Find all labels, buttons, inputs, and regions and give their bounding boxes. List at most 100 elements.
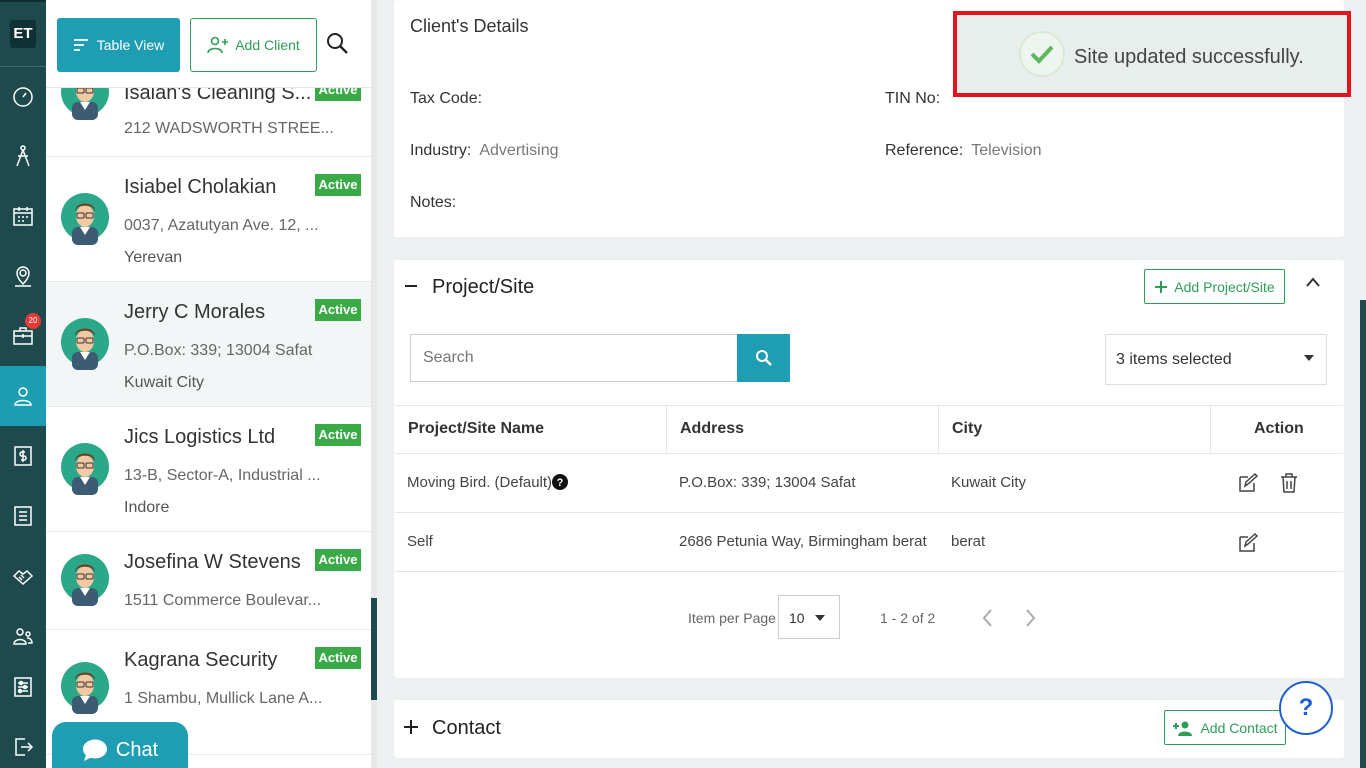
reference-field: Reference: Television (885, 142, 1042, 160)
map-pin-icon[interactable] (7, 260, 39, 292)
svg-text:?: ? (557, 477, 564, 489)
client-item[interactable]: Josefina W Stevens 1511 Commerce Bouleva… (46, 532, 371, 630)
status-badge: Active (315, 174, 361, 196)
client-address: 1 Shambu, Mullick Lane A... (124, 690, 323, 707)
help-button[interactable]: ? (1279, 681, 1333, 747)
industry-value: Advertising (479, 142, 559, 159)
compass-icon[interactable] (7, 140, 39, 172)
search-icon[interactable] (324, 30, 352, 58)
chat-bubble-icon (82, 739, 107, 761)
chevron-left-icon[interactable] (980, 607, 994, 629)
project-site-card (394, 260, 1344, 678)
industry-label: Industry: (410, 142, 472, 159)
client-city: Kuwait City (124, 374, 205, 391)
panel-resize-handle[interactable] (371, 598, 377, 700)
plus-icon (1155, 280, 1168, 293)
client-address: 13-B, Sector-A, Industrial ... (124, 467, 321, 484)
col-header-address[interactable]: Address (680, 420, 744, 438)
app-logo: ET (10, 20, 36, 48)
avatar (61, 554, 109, 606)
client-name: Josefina W Stevens (124, 551, 301, 573)
client-item[interactable]: Isiabel Cholakian 0037, Azatutyan Ave. 1… (46, 157, 371, 282)
client-user-icon[interactable] (7, 380, 39, 412)
tin-label: TIN No: (885, 90, 941, 107)
col-header-name[interactable]: Project/Site Name (408, 420, 544, 438)
logout-icon[interactable] (7, 731, 39, 763)
client-address: 212 WADSWORTH STREE... (124, 120, 334, 137)
edit-icon[interactable] (1237, 532, 1259, 554)
client-name: Jerry C Morales (124, 301, 266, 323)
add-project-site-button[interactable]: Add Project/Site (1144, 269, 1285, 304)
details-title: Client's Details (410, 16, 529, 36)
table-view-label: Table View (96, 37, 165, 53)
contact-title: Contact (432, 717, 501, 739)
table-divider (395, 453, 1343, 454)
calendar-icon[interactable] (7, 200, 39, 232)
client-name: Kagrana Security (124, 649, 278, 671)
expand-plus-icon[interactable] (403, 719, 419, 735)
table-view-button[interactable]: Table View (57, 18, 180, 72)
invoice-dollar-icon[interactable] (7, 440, 39, 472)
list-icon[interactable] (7, 500, 39, 532)
column-divider (938, 405, 939, 453)
client-item[interactable]: Jics Logistics Ltd 13-B, Sector-A, Indus… (46, 407, 371, 532)
chevron-right-icon[interactable] (1024, 607, 1038, 629)
nav-rail: ET 20 (0, 0, 46, 768)
page-scrollbar[interactable] (1360, 300, 1366, 768)
collapse-minus-icon[interactable] (404, 278, 418, 294)
project-site-title: Project/Site (432, 276, 535, 298)
chevron-up-icon[interactable] (1305, 276, 1321, 288)
industry-field: Industry: Advertising (410, 142, 559, 160)
avatar (61, 443, 109, 495)
team-icon[interactable] (7, 620, 39, 652)
add-client-button[interactable]: Add Client (190, 18, 317, 72)
settings-sliders-icon[interactable] (7, 671, 39, 703)
client-address: P.O.Box: 339; 13004 Safat (124, 342, 313, 359)
tax-code-label: Tax Code: (410, 90, 483, 107)
add-user-icon (207, 36, 229, 54)
sort-lines-icon (73, 39, 88, 51)
help-label: ? (1279, 681, 1333, 735)
items-per-page-select[interactable]: 10 (778, 595, 840, 639)
client-name: Isiabel Cholakian (124, 176, 277, 198)
chevron-down-icon (815, 615, 825, 621)
table-divider (395, 405, 1343, 406)
client-item-selected[interactable]: Jerry C Morales P.O.Box: 339; 13004 Safa… (46, 282, 371, 407)
add-contact-label: Add Contact (1200, 719, 1278, 736)
columns-select[interactable]: 3 items selected (1105, 334, 1327, 385)
success-toast: Site updated successfully. (953, 11, 1351, 97)
chat-label: Chat (115, 738, 159, 761)
table-divider (395, 512, 1343, 513)
chat-button[interactable]: Chat (52, 722, 188, 768)
add-user-icon (1173, 721, 1193, 736)
site-address: P.O.Box: 339; 13004 Safat (679, 474, 856, 491)
notification-badge: 20 (25, 313, 41, 329)
help-question-icon[interactable]: ? (552, 474, 568, 490)
project-search-button[interactable] (737, 334, 790, 382)
items-per-page-label: Item per Page (688, 610, 776, 626)
client-list-panel: Isaiah's Cleaning S... 212 WADSWORTH STR… (46, 0, 371, 768)
column-divider (1210, 405, 1211, 453)
add-project-site-label: Add Project/Site (1174, 278, 1275, 295)
trash-icon[interactable] (1279, 472, 1299, 494)
project-search-input[interactable] (410, 334, 738, 382)
site-name: Self (407, 533, 433, 550)
col-header-city[interactable]: City (952, 420, 982, 438)
add-client-label: Add Client (235, 37, 300, 53)
pagination-range: 1 - 2 of 2 (880, 610, 936, 626)
avatar (61, 662, 109, 714)
search-icon (755, 350, 772, 366)
avatar (61, 318, 109, 370)
add-contact-button[interactable]: Add Contact (1164, 710, 1286, 745)
site-name: Moving Bird. (Default) (407, 474, 553, 491)
status-badge: Active (315, 549, 361, 571)
check-circle-icon (1019, 31, 1065, 77)
column-divider (666, 405, 667, 453)
table-divider (395, 571, 1343, 572)
rail-divider (0, 66, 46, 67)
edit-icon[interactable] (1237, 472, 1259, 494)
reference-label: Reference: (885, 142, 964, 159)
dashboard-icon[interactable] (7, 81, 39, 113)
site-city: berat (951, 533, 986, 550)
handshake-icon[interactable] (7, 560, 39, 592)
